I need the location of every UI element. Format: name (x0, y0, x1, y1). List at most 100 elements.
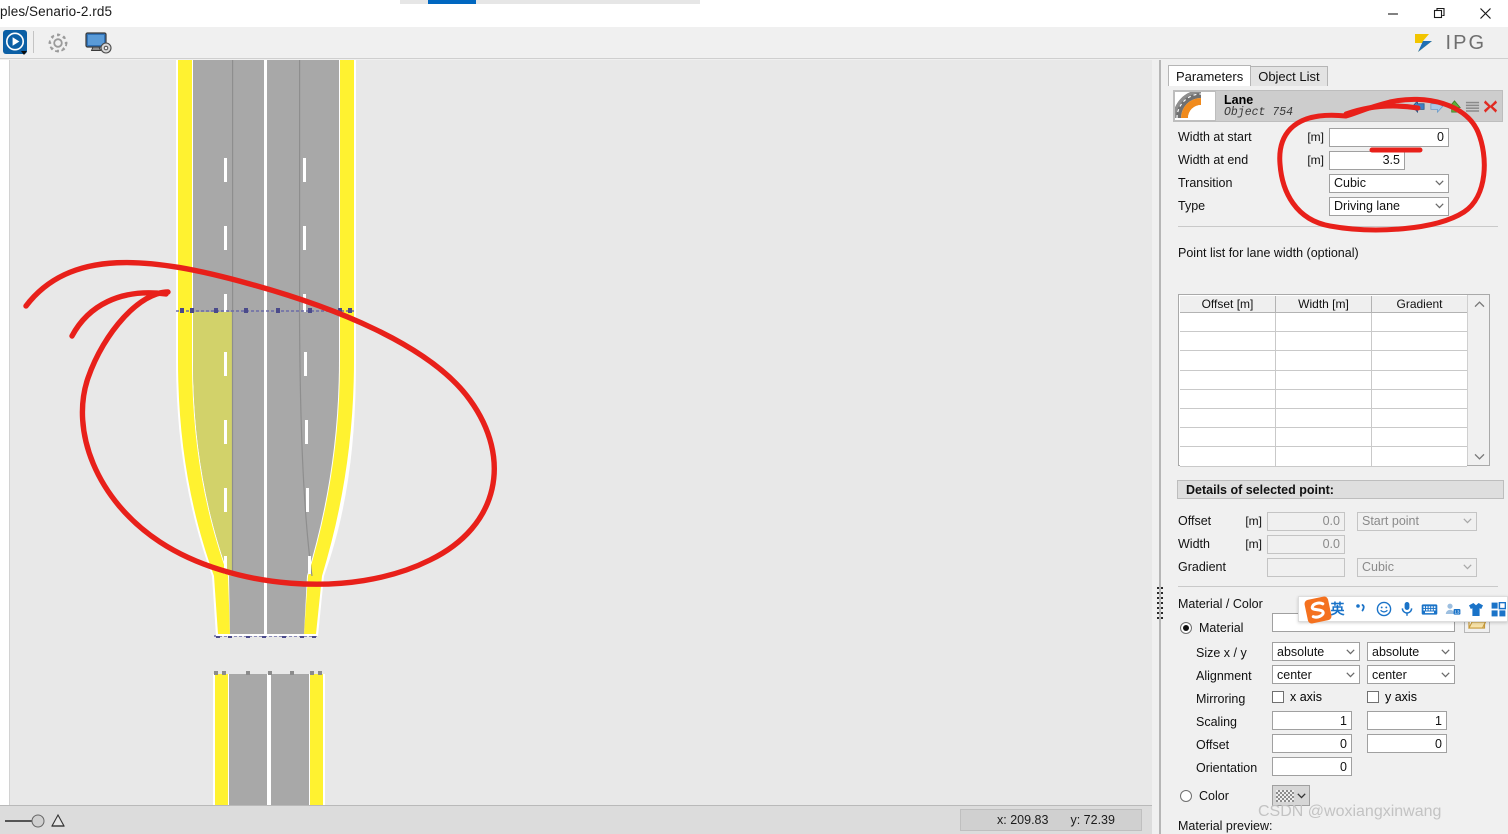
cell-offset[interactable] (1180, 313, 1276, 333)
cell-offset[interactable] (1180, 408, 1276, 429)
mirror-y-axis-checkbox-row[interactable]: y axis (1367, 690, 1417, 704)
select-type[interactable]: Driving lane (1329, 196, 1449, 216)
next-object-arrow-icon[interactable] (1429, 99, 1444, 114)
monitor-settings-icon[interactable] (84, 30, 114, 56)
table-row[interactable] (1180, 408, 1467, 429)
cell-offset[interactable] (1180, 428, 1276, 448)
tab-object-list[interactable]: Object List (1250, 66, 1328, 86)
table-row[interactable] (1180, 332, 1467, 352)
details-label-width: Width (1178, 537, 1210, 551)
input-orientation[interactable]: 0 (1272, 757, 1352, 776)
input-scaling-x[interactable]: 1 (1272, 711, 1352, 730)
color-swatch-button[interactable] (1272, 785, 1310, 806)
divider-details (1178, 586, 1498, 587)
ime-floating-toolbar[interactable]: 英 13 (1298, 595, 1508, 625)
minimize-button[interactable] (1370, 0, 1416, 27)
cell-offset[interactable] (1180, 370, 1276, 390)
svg-text:13: 13 (1454, 609, 1459, 614)
mirror-y-axis-checkbox[interactable] (1367, 691, 1379, 703)
delete-object-icon[interactable] (1483, 99, 1498, 114)
cell-gradient[interactable] (1372, 389, 1467, 409)
skin-shirt-icon[interactable] (1467, 600, 1484, 619)
chevron-up-icon[interactable] (1473, 298, 1485, 310)
select-alignment-x[interactable]: center (1272, 665, 1360, 684)
material-section-title: Material / Color (1178, 597, 1263, 611)
cell-offset[interactable] (1180, 389, 1276, 409)
cell-gradient[interactable] (1372, 428, 1467, 448)
tab-parameters[interactable]: Parameters (1168, 65, 1252, 86)
gear-icon[interactable] (44, 30, 72, 56)
select-transition[interactable]: Cubic (1329, 173, 1449, 193)
object-identity: Lane Object 754 (1224, 93, 1293, 120)
move-up-arrow-icon[interactable] (1447, 99, 1462, 114)
material-radio-row[interactable]: Material (1180, 621, 1243, 635)
app-grid-icon[interactable] (1490, 600, 1507, 619)
cell-gradient[interactable] (1372, 408, 1467, 429)
panel-splitter[interactable] (1152, 60, 1168, 834)
details-select-point-type[interactable]: Start point (1357, 511, 1477, 531)
table-row[interactable] (1180, 351, 1467, 371)
mirroring-label: Mirroring (1196, 692, 1246, 706)
details-row-gradient: Gradient Cubic (1178, 557, 1477, 577)
punctuation-mode-icon[interactable] (1352, 600, 1369, 619)
details-input-gradient[interactable] (1267, 557, 1345, 577)
soft-keyboard-icon[interactable] (1421, 600, 1438, 619)
color-radio-row[interactable]: Color (1180, 789, 1229, 803)
details-input-offset[interactable]: 0.0 (1267, 511, 1345, 531)
cell-width[interactable] (1276, 389, 1372, 409)
table-row[interactable] (1180, 389, 1467, 409)
list-icon[interactable] (1465, 99, 1480, 114)
select-size-x[interactable]: absolute (1272, 642, 1360, 661)
cell-width[interactable] (1276, 447, 1372, 467)
point-list-scrollbar[interactable] (1467, 295, 1489, 465)
cell-offset[interactable] (1180, 332, 1276, 352)
microphone-icon[interactable] (1398, 600, 1415, 619)
select-alignment-y[interactable]: center (1367, 665, 1455, 684)
application-window: ples/Senario-2.rd5 IPG x: 209.83 y: 72.3… (0, 0, 1508, 834)
splitter-grip-icon[interactable] (1156, 585, 1164, 625)
maximize-restore-button[interactable] (1416, 0, 1462, 27)
cell-gradient[interactable] (1372, 370, 1467, 390)
details-row-offset: Offset [m] 0.0 Start point (1178, 511, 1477, 531)
details-input-width[interactable]: 0.0 (1267, 534, 1345, 554)
cell-width[interactable] (1276, 370, 1372, 390)
table-row[interactable] (1180, 313, 1467, 333)
select-size-y[interactable]: absolute (1367, 642, 1455, 661)
cell-width[interactable] (1276, 408, 1372, 429)
road-network-editor-canvas[interactable] (0, 60, 1152, 805)
input-material-offset-x[interactable]: 0 (1272, 734, 1352, 753)
cell-offset[interactable] (1180, 447, 1276, 467)
mirror-x-axis-checkbox-row[interactable]: x axis (1272, 690, 1322, 704)
cell-offset[interactable] (1180, 351, 1276, 371)
input-width-at-end[interactable]: 3.5 (1329, 150, 1405, 170)
input-width-at-start[interactable]: 0 (1329, 127, 1449, 147)
cell-width[interactable] (1276, 332, 1372, 352)
color-radio[interactable] (1180, 790, 1192, 802)
play-button-icon[interactable] (2, 28, 28, 56)
cell-width[interactable] (1276, 428, 1372, 448)
point-list-table[interactable]: Offset [m] Width [m] Gradient (1178, 294, 1490, 467)
table-row[interactable] (1180, 447, 1467, 467)
emoji-icon[interactable] (1375, 600, 1392, 619)
cell-gradient[interactable] (1372, 313, 1467, 333)
close-button[interactable] (1462, 0, 1508, 27)
cell-width[interactable] (1276, 313, 1372, 333)
param-row-transition: Transition Cubic (1178, 173, 1449, 193)
material-radio[interactable] (1180, 622, 1192, 634)
cell-width[interactable] (1276, 351, 1372, 371)
mirror-x-axis-checkbox[interactable] (1272, 691, 1284, 703)
cell-gradient[interactable] (1372, 447, 1467, 467)
details-select-gradient-type[interactable]: Cubic (1357, 557, 1477, 577)
table-row[interactable] (1180, 428, 1467, 448)
previous-object-arrow-icon[interactable] (1411, 99, 1426, 114)
handwriting-icon[interactable]: 13 (1444, 600, 1461, 619)
sogou-input-logo[interactable] (1301, 595, 1335, 625)
zoom-slider[interactable] (4, 814, 48, 828)
input-scaling-y[interactable]: 1 (1367, 711, 1447, 730)
cell-gradient[interactable] (1372, 332, 1467, 352)
cell-gradient[interactable] (1372, 351, 1467, 371)
input-material-offset-y[interactable]: 0 (1367, 734, 1447, 753)
chevron-down-icon[interactable] (1473, 450, 1485, 462)
scale-icon[interactable] (50, 813, 66, 829)
table-row[interactable] (1180, 370, 1467, 390)
